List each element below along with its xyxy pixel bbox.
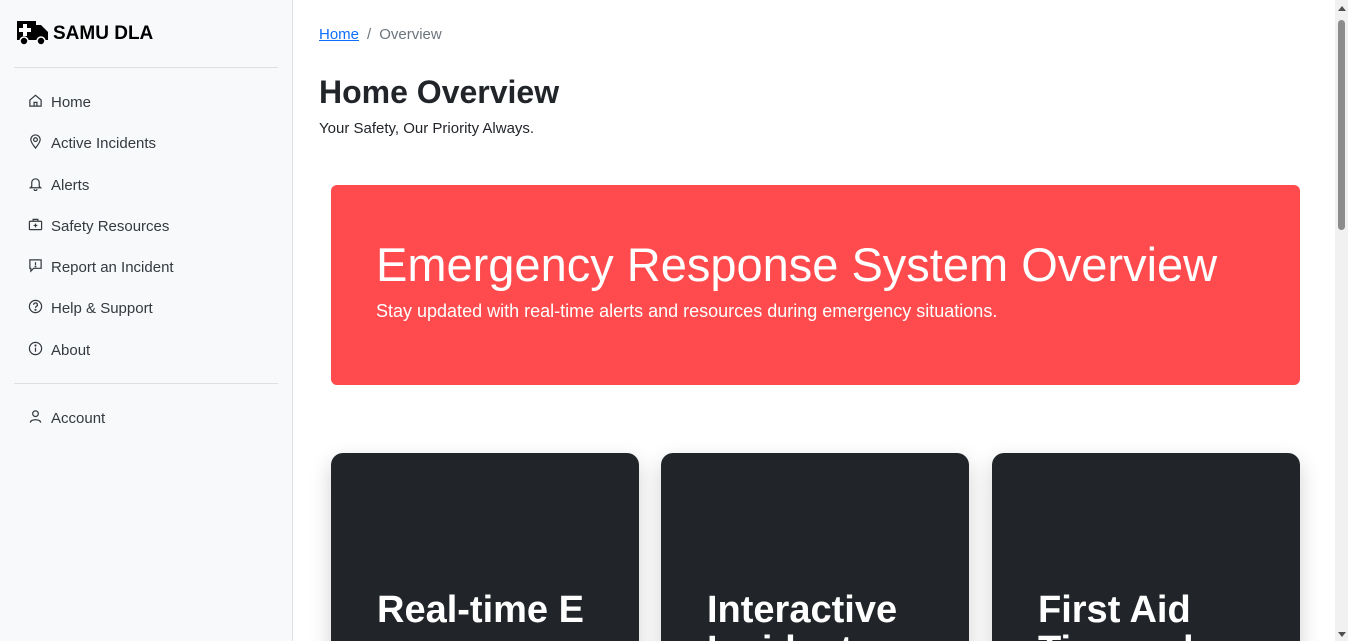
sidebar-item-about[interactable]: About [28,339,90,361]
sidebar-item-home[interactable]: Home [28,91,91,113]
chat-square-icon [28,258,43,277]
breadcrumb: Home / Overview [319,26,442,43]
scroll-down-arrow-icon[interactable] [1338,632,1346,637]
brand[interactable]: SAMU DLA [16,18,153,50]
feature-card-title: Interactive Incident [707,589,898,641]
house-icon [28,93,43,112]
scroll-thumb[interactable] [1338,20,1345,230]
sidebar-item-label: Active Incidents [51,134,157,152]
sidebar-item-label: Account [51,409,106,427]
sidebar-item-label: Alerts [51,176,90,194]
feature-card[interactable]: Real-time E [331,453,639,641]
sidebar-item-label: Home [51,93,92,111]
sidebar-item-alerts[interactable]: Alerts [28,174,89,196]
page-scrollbar[interactable] [1335,0,1348,641]
map-pin-icon [28,133,43,153]
sidebar-item-label: Help & Support [51,299,153,317]
page-title: Home Overview [319,74,560,110]
breadcrumb-current: Overview [379,26,442,43]
feature-card[interactable]: First Aid Tips and [992,453,1300,641]
page-subtitle: Your Safety, Our Priority Always. [319,120,535,137]
breadcrumb-separator: / [367,26,372,43]
sidebar: SAMU DLA Home Active Incidents Alerts Sa… [0,0,293,641]
bell-icon [28,176,43,195]
sidebar-item-label: Safety Resources [51,217,170,235]
question-circle-icon [28,299,43,318]
sidebar-divider [14,67,278,68]
sidebar-item-label: Report an Incident [51,258,174,276]
feature-card[interactable]: Interactive Incident [661,453,969,641]
first-aid-kit-icon [28,217,43,236]
hero-banner: Emergency Response System Overview Stay … [331,185,1300,385]
person-icon [28,409,43,428]
brand-name: SAMU DLA [53,23,154,44]
info-circle-icon [28,341,43,360]
breadcrumb-home-link[interactable]: Home [319,26,359,43]
scroll-up-arrow-icon[interactable] [1338,6,1346,11]
sidebar-item-account[interactable]: Account [28,407,105,429]
sidebar-item-active-incidents[interactable]: Active Incidents [28,132,156,154]
hero-title: Emergency Response System Overview [376,238,1218,291]
sidebar-divider [14,383,278,384]
feature-card-title: First Aid Tips and [1038,589,1194,641]
ambulance-icon [16,18,49,51]
sidebar-item-help-support[interactable]: Help & Support [28,297,153,319]
hero-subtitle: Stay updated with real-time alerts and r… [376,301,998,321]
sidebar-item-safety-resources[interactable]: Safety Resources [28,215,169,237]
sidebar-item-report-incident[interactable]: Report an Incident [28,256,174,278]
sidebar-item-label: About [51,341,91,359]
feature-card-title: Real-time E [377,589,584,631]
main-content: Home / Overview Home Overview Your Safet… [294,0,1335,641]
